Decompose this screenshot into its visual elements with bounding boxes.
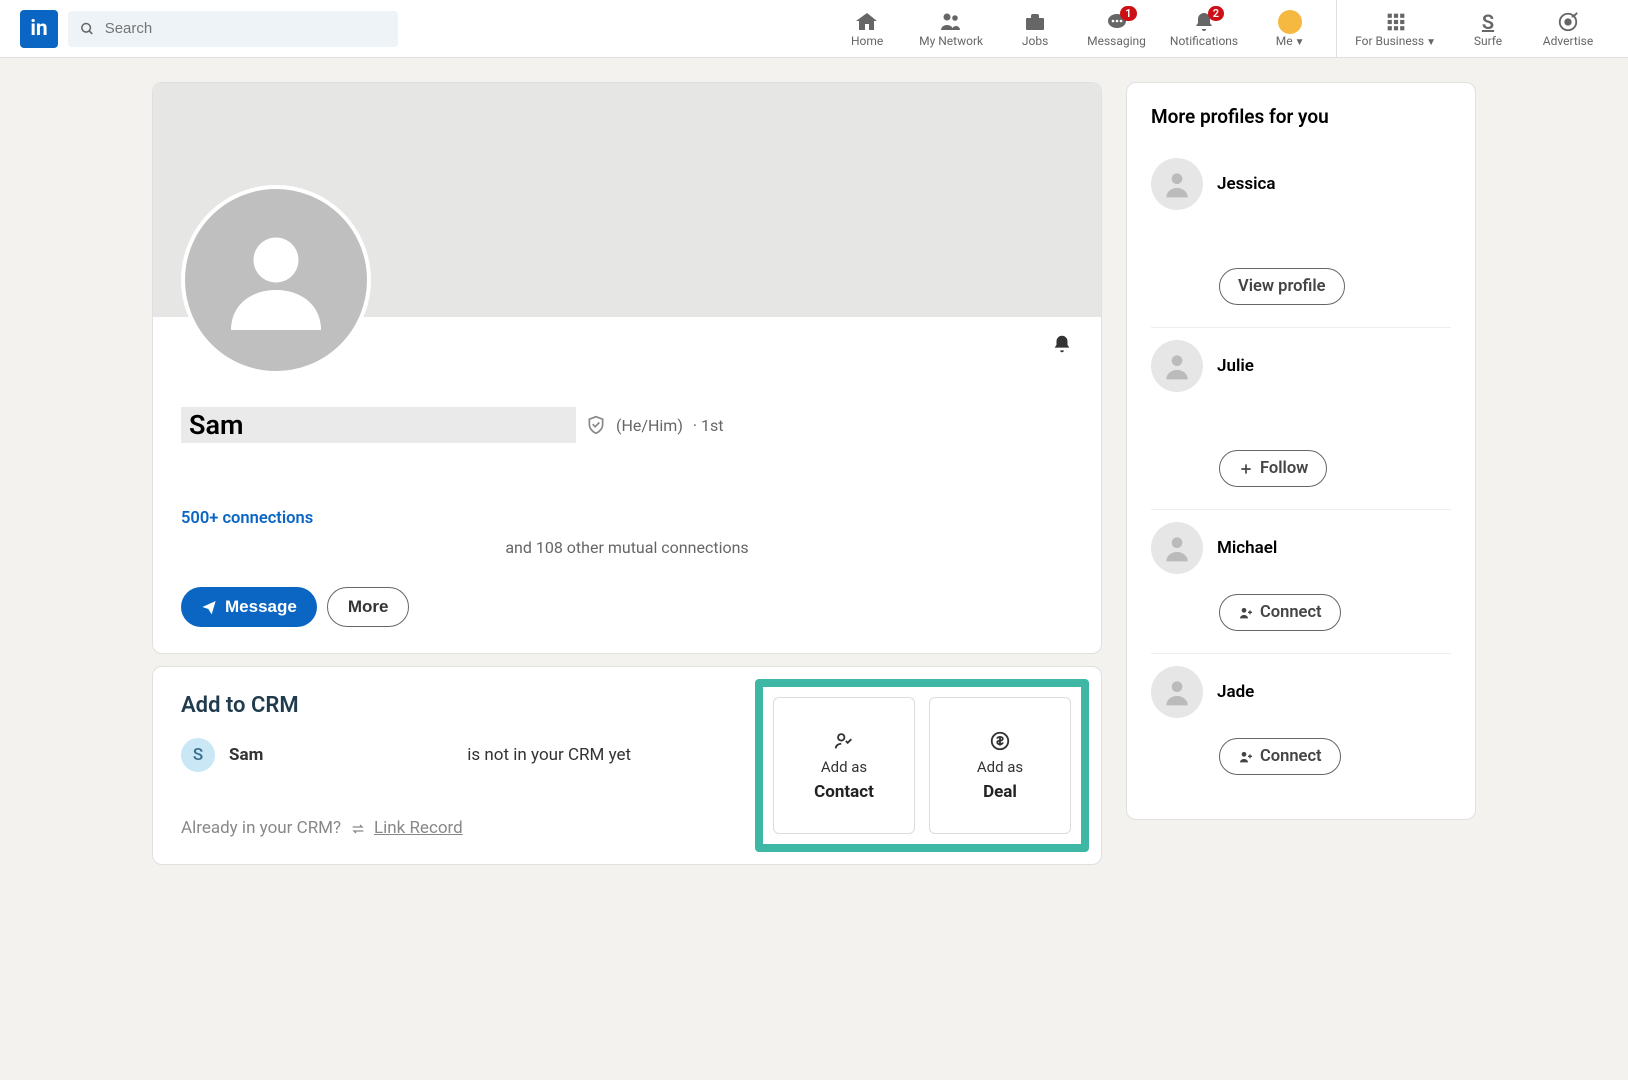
notifications-badge: 2 xyxy=(1208,6,1224,21)
suggestion-action-label: Connect xyxy=(1260,747,1322,766)
briefcase-icon xyxy=(1023,10,1047,34)
nav-me[interactable]: Me▼ xyxy=(1250,0,1330,57)
add-as-deal-button[interactable]: Add as Deal xyxy=(929,697,1071,834)
person-add-icon xyxy=(1238,749,1254,765)
nav-network[interactable]: My Network xyxy=(907,0,995,57)
message-button[interactable]: Message xyxy=(181,587,317,627)
connections-link[interactable]: 500+ connections xyxy=(181,509,313,528)
nav-messaging-label: Messaging xyxy=(1087,34,1146,48)
suggestion-action-label: Follow xyxy=(1260,459,1308,478)
profile-suggestion: Michael Connect xyxy=(1151,510,1451,654)
nav-advertise-label: Advertise xyxy=(1543,34,1593,48)
deal-label: Deal xyxy=(983,782,1017,802)
more-profiles-card: More profiles for you Jessica View profil… xyxy=(1126,82,1476,820)
surfe-icon: S xyxy=(1482,10,1494,34)
crm-contact-name: Sam xyxy=(229,745,263,765)
messaging-badge: 1 xyxy=(1120,6,1136,21)
crm-actions-highlight: Add as Contact Add as Deal xyxy=(755,679,1089,852)
crm-status: is not in your CRM yet xyxy=(467,745,631,765)
crm-avatar: S xyxy=(181,738,215,772)
grid-icon xyxy=(1386,12,1406,32)
crm-already-label: Already in your CRM? xyxy=(181,818,341,838)
dollar-circle-icon xyxy=(989,730,1011,752)
nav-surfe-label: Surfe xyxy=(1474,34,1502,48)
addas-label-1: Add as xyxy=(821,758,867,776)
suggestion-avatar[interactable] xyxy=(1151,158,1203,210)
caret-icon: ▼ xyxy=(1426,37,1436,48)
send-icon xyxy=(201,599,217,615)
contact-label: Contact xyxy=(814,782,874,802)
me-avatar xyxy=(1278,10,1302,34)
nav-surfe[interactable]: S Surfe xyxy=(1448,0,1528,57)
mutual-connections: and 108 other mutual connections xyxy=(181,538,1073,557)
nav-business[interactable]: For Business▼ xyxy=(1343,0,1448,57)
search-icon xyxy=(80,21,95,37)
more-button[interactable]: More xyxy=(327,587,410,627)
nav-messaging[interactable]: 1 Messaging xyxy=(1075,0,1158,57)
verified-shield-icon xyxy=(586,415,606,435)
plus-icon xyxy=(1238,461,1254,477)
suggestion-avatar[interactable] xyxy=(1151,666,1203,718)
people-icon xyxy=(939,10,963,34)
profile-card: Sam (He/Him) · 1st 500+ connections and … xyxy=(152,82,1102,654)
pronouns: (He/Him) xyxy=(616,416,683,435)
suggestion-action-button[interactable]: Connect xyxy=(1219,594,1341,631)
profile-name: Sam xyxy=(181,407,576,443)
linkedin-logo[interactable]: in xyxy=(20,10,58,48)
nav-advertise[interactable]: Advertise xyxy=(1528,0,1608,57)
nav-home-label: Home xyxy=(851,34,883,48)
addas-label-2: Add as xyxy=(977,758,1023,776)
suggestion-action-button[interactable]: Follow xyxy=(1219,450,1327,487)
swap-icon xyxy=(350,821,366,837)
sidebar-title: More profiles for you xyxy=(1151,105,1451,128)
nav-jobs[interactable]: Jobs xyxy=(995,0,1075,57)
suggestion-action-label: Connect xyxy=(1260,603,1322,622)
suggestion-action-button[interactable]: View profile xyxy=(1219,268,1345,305)
suggestion-avatar[interactable] xyxy=(1151,522,1203,574)
nav-jobs-label: Jobs xyxy=(1022,34,1048,48)
nav-home[interactable]: Home xyxy=(827,0,907,57)
profile-suggestion: Jessica View profile xyxy=(1151,146,1451,328)
suggestion-name[interactable]: Jessica xyxy=(1217,174,1276,194)
home-icon xyxy=(855,10,879,34)
person-add-icon xyxy=(1238,605,1254,621)
profile-suggestion: Julie Follow xyxy=(1151,328,1451,510)
suggestion-name[interactable]: Jade xyxy=(1217,682,1254,702)
add-as-contact-button[interactable]: Add as Contact xyxy=(773,697,915,834)
crm-card: Add to CRM S Sam is not in your CRM yet … xyxy=(152,666,1102,865)
suggestion-avatar[interactable] xyxy=(1151,340,1203,392)
link-record-link[interactable]: Link Record xyxy=(374,818,463,838)
suggestion-name[interactable]: Michael xyxy=(1217,538,1277,558)
nav-network-label: My Network xyxy=(919,34,983,48)
nav-notifications[interactable]: 2 Notifications xyxy=(1158,0,1250,57)
suggestion-name[interactable]: Julie xyxy=(1217,356,1254,376)
search-box[interactable] xyxy=(68,11,398,47)
nav-divider xyxy=(1336,0,1337,57)
profile-avatar[interactable] xyxy=(181,185,371,375)
subscribe-bell-icon[interactable] xyxy=(1051,333,1073,355)
target-icon xyxy=(1557,11,1579,33)
nav-business-label: For Business xyxy=(1355,34,1424,48)
search-input[interactable] xyxy=(105,20,386,37)
connection-degree: · 1st xyxy=(693,416,724,435)
suggestion-action-label: View profile xyxy=(1238,277,1326,296)
person-check-icon xyxy=(833,730,855,752)
message-label: Message xyxy=(225,597,297,617)
nav-notifications-label: Notifications xyxy=(1170,34,1238,48)
nav-me-label: Me xyxy=(1276,34,1293,48)
suggestion-action-button[interactable]: Connect xyxy=(1219,738,1341,775)
cover-photo[interactable] xyxy=(153,83,1101,317)
caret-icon: ▼ xyxy=(1295,37,1305,48)
profile-suggestion: Jade Connect xyxy=(1151,654,1451,797)
